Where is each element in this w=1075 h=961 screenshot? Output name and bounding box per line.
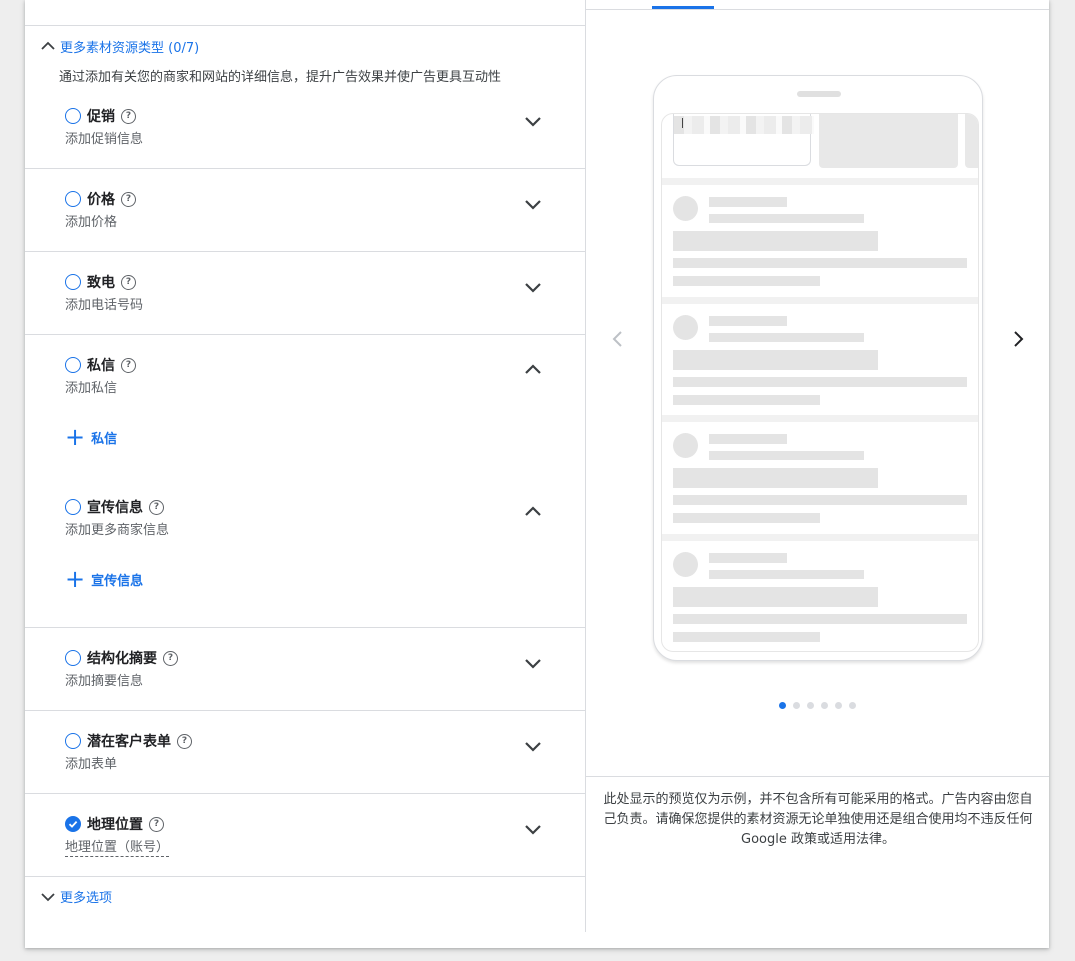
more-options-toggle[interactable]: 更多选项 <box>39 887 112 906</box>
help-icon[interactable]: ? <box>121 191 136 207</box>
phone-screen <box>661 113 979 652</box>
asset-row-title: 致电 <box>87 275 115 291</box>
skeleton-card <box>662 422 978 534</box>
asset-row-subtitle: 添加表单 <box>65 757 118 772</box>
more-options-label: 更多选项 <box>60 891 113 906</box>
carousel-dots <box>779 702 856 709</box>
divider <box>25 876 585 877</box>
plus-icon: + <box>65 565 86 593</box>
carousel-dot[interactable] <box>807 702 814 709</box>
asset-row-price[interactable]: 价格 ? 添加价格 <box>25 189 585 251</box>
asset-row-subtitle: 添加摘要信息 <box>65 674 144 689</box>
radio-icon[interactable] <box>65 650 81 666</box>
skeleton-separator <box>662 415 978 422</box>
chevron-down-icon <box>41 892 55 901</box>
add-callout-button[interactable]: + 宣传信息 <box>65 565 144 593</box>
divider <box>586 776 1049 777</box>
asset-row-title: 宣传信息 <box>87 500 143 516</box>
chevron-up-icon[interactable] <box>522 359 544 381</box>
chevron-down-icon[interactable] <box>522 276 544 298</box>
ad-preview-panel: 此处显示的预览仅为示例，并不包含所有可能采用的格式。广告内容由您自己负责。请确保… <box>586 0 1049 948</box>
carousel-dot[interactable] <box>849 702 856 709</box>
radio-icon[interactable] <box>65 733 81 749</box>
phone-speaker <box>797 91 841 97</box>
skeleton-card <box>662 304 978 416</box>
carousel-dot[interactable] <box>793 702 800 709</box>
help-icon[interactable]: ? <box>177 733 192 749</box>
divider <box>25 710 585 711</box>
asset-row-call[interactable]: 致电 ? 添加电话号码 <box>25 272 585 334</box>
asset-row-title: 地理位置 <box>87 817 143 833</box>
radio-icon[interactable] <box>65 357 81 373</box>
divider <box>25 334 585 335</box>
help-icon[interactable]: ? <box>149 499 164 515</box>
radio-icon[interactable] <box>65 108 81 124</box>
chevron-down-icon[interactable] <box>522 652 544 674</box>
ad-assets-card: 更多素材资源类型 (0/7) 通过添加有关您的商家和网站的详细信息，提升广告效果… <box>25 0 1049 948</box>
asset-row-callout[interactable]: 宣传信息 ? 添加更多商家信息 + 宣传信息 <box>25 497 585 617</box>
asset-row-title: 结构化摘要 <box>87 651 157 667</box>
add-callout-label: 宣传信息 <box>91 573 144 589</box>
carousel-dot[interactable] <box>821 702 828 709</box>
carousel-dot[interactable] <box>835 702 842 709</box>
asset-row-subtitle: 添加更多商家信息 <box>65 523 170 538</box>
asset-row-title: 价格 <box>87 192 115 208</box>
divider <box>25 25 585 26</box>
text-caret <box>682 118 683 128</box>
asset-row-title: 潜在客户表单 <box>87 734 171 750</box>
chevron-up-icon <box>41 41 55 50</box>
skeleton-card <box>662 185 978 297</box>
plus-icon: + <box>65 423 86 451</box>
asset-row-subtitle: 添加私信 <box>65 381 118 396</box>
more-asset-types-description: 通过添加有关您的商家和网站的详细信息，提升广告效果并使广告更具互动性 <box>59 70 502 85</box>
carousel-dot[interactable] <box>779 702 786 709</box>
more-asset-types-label: 更多素材资源类型 (0/7) <box>60 40 200 56</box>
skeleton-separator <box>662 297 978 304</box>
divider <box>25 168 585 169</box>
skeleton-separator <box>662 178 978 185</box>
help-icon[interactable]: ? <box>163 650 178 666</box>
checked-icon[interactable] <box>65 816 81 832</box>
skeleton-separator <box>662 534 978 541</box>
divider <box>25 251 585 252</box>
help-icon[interactable]: ? <box>121 357 136 373</box>
asset-row-subtitle: 添加电话号码 <box>65 298 144 313</box>
chevron-up-icon[interactable] <box>522 501 544 523</box>
skeleton-block <box>965 114 978 168</box>
radio-icon[interactable] <box>65 274 81 290</box>
skeleton-card <box>662 541 978 651</box>
add-message-label: 私信 <box>91 431 118 447</box>
asset-row-subtitle[interactable]: 地理位置（账号） <box>65 836 170 857</box>
skeleton-block <box>819 114 958 168</box>
preview-disclaimer: 此处显示的预览仅为示例，并不包含所有可能采用的格式。广告内容由您自己负责。请确保… <box>603 792 1033 847</box>
divider <box>25 627 585 628</box>
asset-row-structured-snippet[interactable]: 结构化摘要 ? 添加摘要信息 <box>25 648 585 710</box>
asset-row-lead-form[interactable]: 潜在客户表单 ? 添加表单 <box>25 731 585 793</box>
asset-row-subtitle: 添加价格 <box>65 215 118 230</box>
asset-row-title: 促销 <box>87 109 115 125</box>
asset-row-title: 私信 <box>87 358 115 374</box>
chevron-down-icon[interactable] <box>522 193 544 215</box>
divider <box>586 9 1049 10</box>
asset-row-location[interactable]: 地理位置 ? 地理位置（账号） <box>25 814 585 876</box>
add-message-button[interactable]: + 私信 <box>65 423 118 451</box>
chevron-left-icon[interactable] <box>608 328 628 350</box>
asset-row-message[interactable]: 私信 ? 添加私信 + 私信 <box>25 355 585 475</box>
radio-icon[interactable] <box>65 499 81 515</box>
asset-row-promotion[interactable]: 促销 ? 添加促销信息 <box>25 106 585 168</box>
asset-types-panel: 更多素材资源类型 (0/7) 通过添加有关您的商家和网站的详细信息，提升广告效果… <box>25 0 585 948</box>
divider <box>25 793 585 794</box>
help-icon[interactable]: ? <box>121 108 136 124</box>
blurred-query <box>674 116 814 134</box>
radio-icon[interactable] <box>65 191 81 207</box>
chevron-down-icon[interactable] <box>522 818 544 840</box>
help-icon[interactable]: ? <box>121 274 136 290</box>
chevron-down-icon[interactable] <box>522 735 544 757</box>
chevron-down-icon[interactable] <box>522 110 544 132</box>
asset-row-subtitle: 添加促销信息 <box>65 132 144 147</box>
more-asset-types-toggle[interactable]: 更多素材资源类型 (0/7) <box>39 36 199 56</box>
chevron-right-icon[interactable] <box>1008 328 1028 350</box>
phone-preview <box>653 75 983 661</box>
help-icon[interactable]: ? <box>149 816 164 832</box>
